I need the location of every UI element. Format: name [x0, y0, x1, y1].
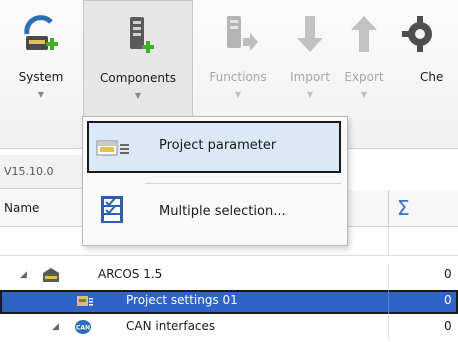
- import-button[interactable]: Import ▼: [282, 0, 338, 118]
- version-label: V15.10.0: [0, 155, 84, 189]
- check-button-label: Che: [420, 70, 444, 84]
- tree-row-label: Project settings 01: [126, 293, 238, 307]
- filter-cell-sum[interactable]: [388, 227, 458, 255]
- functions-button-label: Functions: [209, 70, 267, 84]
- column-divider: [388, 316, 389, 340]
- tree-row-arcos[interactable]: ◢ ARCOS 1.5 0: [0, 264, 458, 288]
- tree-row-label: ARCOS 1.5: [98, 267, 163, 281]
- import-arrow-icon: [297, 16, 323, 52]
- components-dropdown-menu: Project parameter Multiple selection...: [82, 116, 348, 246]
- check-gear-icon: [402, 16, 432, 52]
- column-header-sum[interactable]: Σ: [388, 190, 458, 226]
- export-button-label: Export: [344, 70, 384, 84]
- import-button-label: Import: [290, 70, 330, 84]
- components-add-icon: [130, 17, 154, 53]
- tree-row-value: 0: [444, 293, 452, 307]
- export-arrow-icon: [351, 16, 377, 52]
- svg-text:CAN: CAN: [76, 325, 90, 332]
- column-header-name[interactable]: Name: [0, 190, 84, 226]
- chevron-down-icon: ▼: [134, 91, 142, 100]
- menu-item-multiple-selection[interactable]: Multiple selection...: [87, 187, 341, 239]
- can-interface-icon: CAN: [75, 320, 91, 334]
- column-divider: [388, 290, 389, 314]
- chevron-down-icon: ▼: [234, 90, 242, 99]
- tree-row-can-interfaces[interactable]: ◢ CAN CAN interfaces 0: [0, 316, 458, 340]
- tree-row-value: 0: [444, 267, 452, 281]
- project-settings-icon: [77, 296, 93, 306]
- project-parameter-icon: [96, 140, 129, 156]
- components-button-label: Components: [100, 71, 176, 85]
- menu-item-label: Multiple selection...: [159, 204, 286, 219]
- functions-icon: [227, 16, 258, 51]
- column-divider: [388, 264, 389, 288]
- chevron-down-icon: ▼: [37, 90, 45, 99]
- tree-row-label: CAN interfaces: [126, 319, 216, 333]
- system-button-label: System: [18, 70, 64, 84]
- menu-item-project-parameter[interactable]: Project parameter: [87, 121, 341, 173]
- menu-separator: [145, 183, 341, 184]
- multiple-selection-icon: [101, 196, 123, 223]
- check-button[interactable]: Che: [392, 0, 458, 118]
- expander-icon[interactable]: ◢: [52, 322, 59, 332]
- chevron-down-icon: ▼: [360, 90, 368, 99]
- tree-row-value: 0: [444, 319, 452, 333]
- system-add-icon: [24, 15, 58, 50]
- functions-button[interactable]: Functions ▼: [196, 0, 280, 118]
- chevron-down-icon: ▼: [306, 90, 314, 99]
- menu-item-label: Project parameter: [159, 138, 277, 153]
- arcos-device-icon: [43, 268, 59, 282]
- expander-icon[interactable]: ◢: [20, 270, 27, 280]
- tree-row-project-settings[interactable]: Project settings 01 0: [0, 290, 458, 314]
- system-button[interactable]: System ▼: [0, 0, 82, 118]
- export-button[interactable]: Export ▼: [338, 0, 390, 118]
- components-button[interactable]: Components ▼: [83, 0, 193, 118]
